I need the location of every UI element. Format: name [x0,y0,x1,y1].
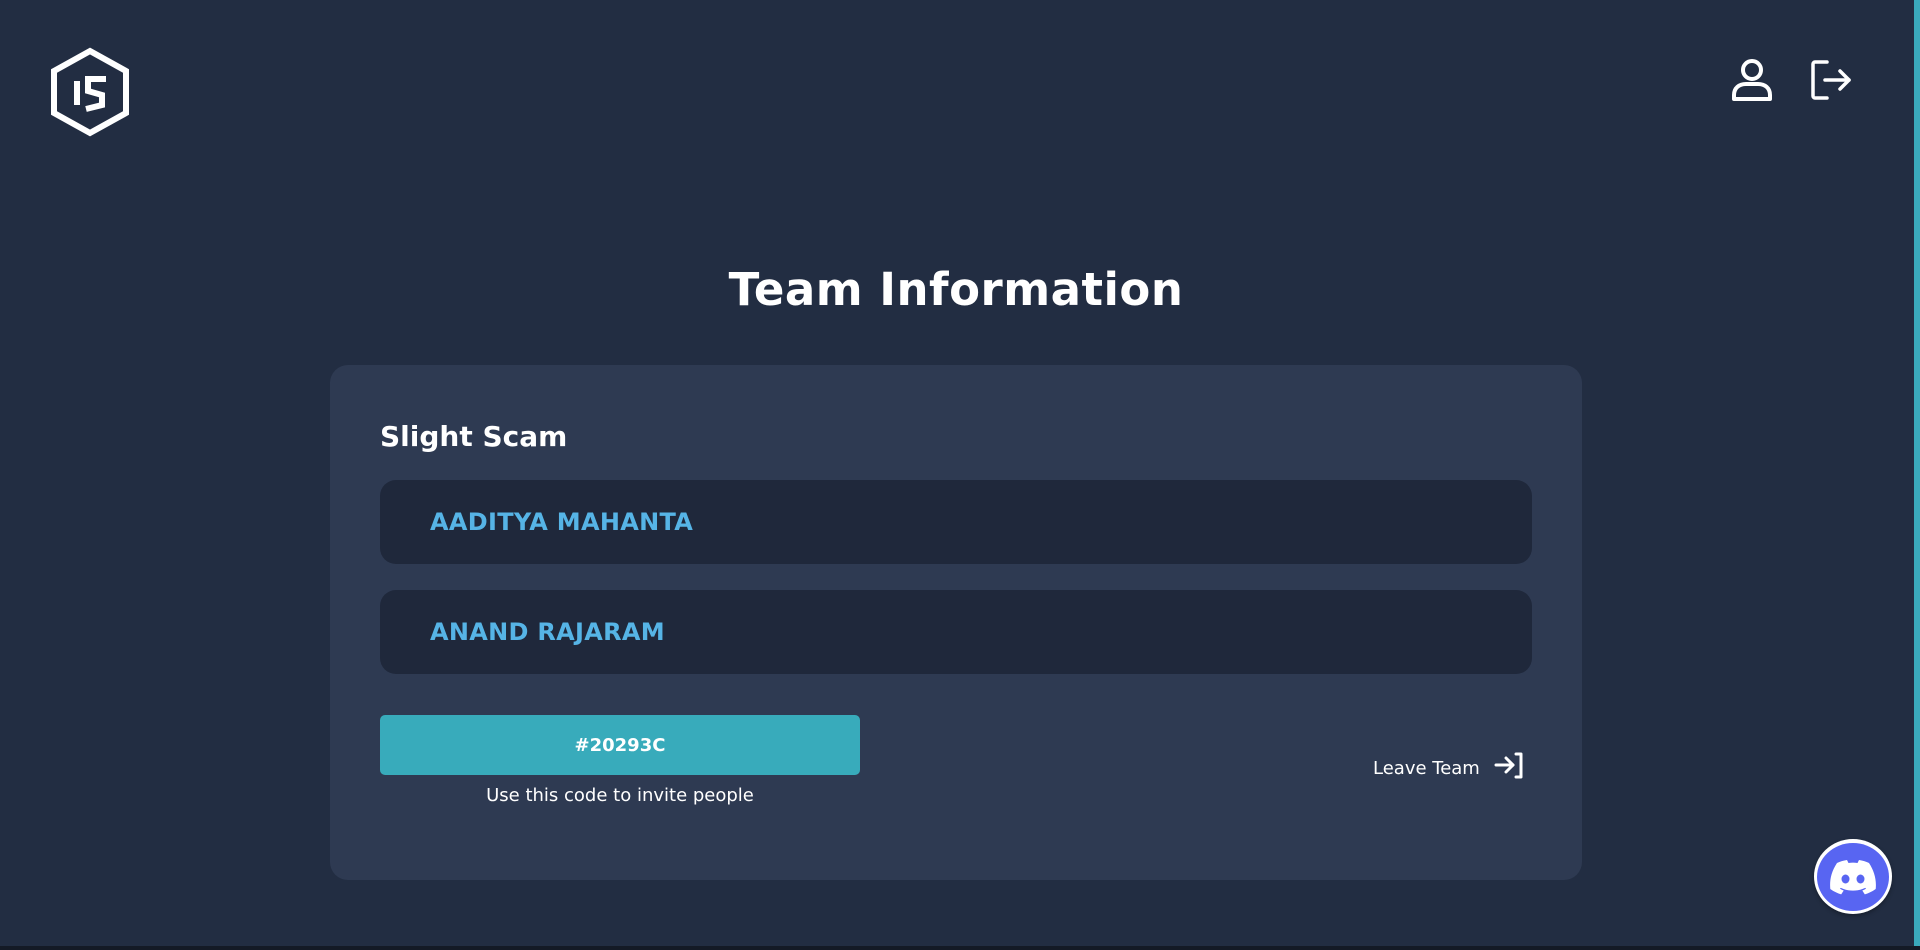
team-name: Slight Scam [380,420,568,453]
member-name: ANAND RAJARAM [430,618,665,646]
discord-button[interactable] [1814,839,1892,914]
discord-icon [1817,842,1889,911]
hexagon-logo-icon[interactable] [48,47,132,137]
member-row: ANAND RAJARAM [380,590,1532,674]
leave-arrow-icon [1494,752,1524,784]
leave-team-label: Leave Team [1373,757,1480,779]
leave-team-button[interactable]: Leave Team [1373,750,1524,786]
member-name: AADITYA MAHANTA [430,508,694,536]
team-card: Slight Scam AADITYA MAHANTA ANAND RAJARA… [330,365,1582,880]
invite-hint: Use this code to invite people [486,785,754,806]
page-title: Team Information [728,263,1184,316]
scrollbar-accent [1914,0,1920,950]
team-info-page: Team Information Slight Scam AADITYA MAH… [0,0,1920,950]
member-row: AADITYA MAHANTA [380,480,1532,564]
logout-icon[interactable] [1806,55,1856,105]
bottom-border [0,946,1920,950]
user-icon[interactable] [1727,55,1777,105]
invite-code-button[interactable]: #20293C [380,715,860,775]
